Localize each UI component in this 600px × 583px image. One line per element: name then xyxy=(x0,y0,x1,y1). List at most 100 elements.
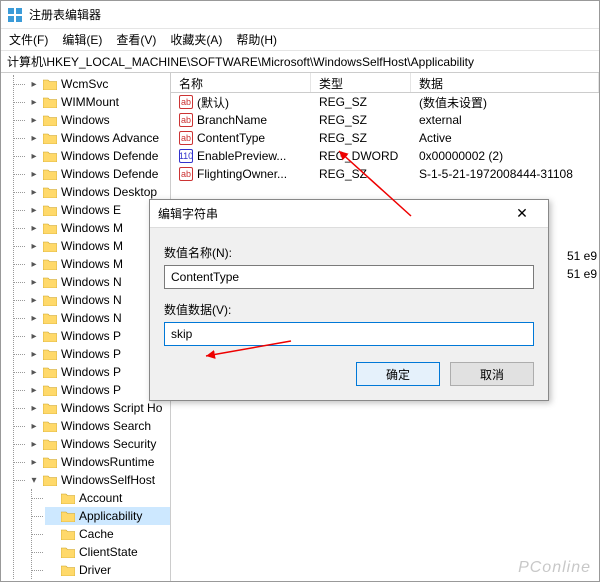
tree-node[interactable]: ▸ WIMMount xyxy=(27,93,170,111)
tree-node[interactable]: ▸ Windows Advance xyxy=(27,129,170,147)
tree-node[interactable]: Cache xyxy=(45,525,170,543)
menu-help[interactable]: 帮助(H) xyxy=(236,31,277,48)
clipped-text: 51 e9 xyxy=(567,267,597,281)
tree-node[interactable]: Account xyxy=(45,489,170,507)
expand-icon[interactable]: ▸ xyxy=(29,259,39,269)
dialog-title: 编辑字符串 xyxy=(158,205,218,222)
value-data-field[interactable] xyxy=(164,322,534,346)
tree-label: Account xyxy=(79,491,122,505)
expand-icon[interactable]: ▸ xyxy=(29,295,39,305)
tree-node[interactable]: ▸Windows Search xyxy=(27,417,170,435)
expand-icon[interactable]: ▸ xyxy=(29,79,39,89)
menu-edit[interactable]: 编辑(E) xyxy=(62,31,102,48)
close-icon[interactable]: ✕ xyxy=(504,203,540,225)
tree-label: Windows Security xyxy=(61,437,156,451)
tree-label: WindowsRuntime xyxy=(61,455,154,469)
expand-icon[interactable]: ▸ xyxy=(29,313,39,323)
value-row[interactable]: 110EnablePreview...REG_DWORD0x00000002 (… xyxy=(171,147,599,165)
cancel-button[interactable]: 取消 xyxy=(450,362,534,386)
menu-favorites[interactable]: 收藏夹(A) xyxy=(170,31,222,48)
tree-node[interactable]: ▸Windows Defende xyxy=(27,147,170,165)
expand-icon[interactable]: ▸ xyxy=(29,169,39,179)
list-body: ab(默认)REG_SZ(数值未设置)abBranchNameREG_SZext… xyxy=(171,93,599,183)
expand-icon[interactable]: ▸ xyxy=(29,115,39,125)
expand-icon[interactable]: ▸ xyxy=(29,133,39,143)
tree-label: WindowsSelfHost xyxy=(61,473,155,487)
value-row[interactable]: abBranchNameREG_SZexternal xyxy=(171,111,599,129)
expand-icon[interactable] xyxy=(47,547,57,557)
ok-button[interactable]: 确定 xyxy=(356,362,440,386)
tree-node[interactable]: ▸Windows xyxy=(27,111,170,129)
address-bar[interactable]: 计算机\HKEY_LOCAL_MACHINE\SOFTWARE\Microsof… xyxy=(1,51,599,73)
tree-label: Windows M xyxy=(61,257,123,271)
tree-label: WIMMount xyxy=(61,95,119,109)
expand-icon[interactable]: ▸ xyxy=(29,151,39,161)
edit-string-dialog: 编辑字符串 ✕ 数值名称(N): 数值数据(V): 确定 取消 xyxy=(149,199,549,401)
expand-icon[interactable]: ▸ xyxy=(29,385,39,395)
value-name: (默认) xyxy=(197,94,229,111)
tree-node[interactable]: ClientState xyxy=(45,543,170,561)
expand-icon[interactable]: ▸ xyxy=(29,403,39,413)
expand-icon[interactable]: ▸ xyxy=(29,439,39,449)
tree-label: Windows Advance xyxy=(61,131,159,145)
expand-icon[interactable]: ▸ xyxy=(29,277,39,287)
expand-icon[interactable] xyxy=(47,493,57,503)
folder-icon xyxy=(43,367,57,378)
expand-icon[interactable]: ▸ xyxy=(29,241,39,251)
folder-icon xyxy=(43,223,57,234)
col-type-header[interactable]: 类型 xyxy=(311,73,411,92)
value-data: S-1-5-21-1972008444-31108 xyxy=(411,167,599,181)
tree-node[interactable]: ▸ WcmSvc xyxy=(27,75,170,93)
expand-icon[interactable]: ▾ xyxy=(29,475,39,485)
tree-node[interactable]: ▸ WindowsRuntime xyxy=(27,453,170,471)
value-name-field[interactable] xyxy=(164,265,534,289)
tree-label: Windows Script Ho xyxy=(61,401,162,415)
folder-icon xyxy=(43,475,57,486)
expand-icon[interactable]: ▸ xyxy=(29,223,39,233)
tree-node[interactable]: ▸Windows Defende xyxy=(27,165,170,183)
folder-icon xyxy=(43,133,57,144)
clipped-text: 51 e9 xyxy=(567,249,597,263)
menu-file[interactable]: 文件(F) xyxy=(9,31,48,48)
expand-icon[interactable]: ▸ xyxy=(29,349,39,359)
value-type: REG_SZ xyxy=(311,167,411,181)
tree-label: WcmSvc xyxy=(61,77,108,91)
tree-label: Windows M xyxy=(61,239,123,253)
folder-icon xyxy=(43,151,57,162)
tree-node[interactable]: Driver xyxy=(45,561,170,579)
value-data: (数值未设置) xyxy=(411,94,599,111)
tree-label: Windows P xyxy=(61,347,121,361)
tree-node[interactable]: Applicability xyxy=(45,507,170,525)
value-row[interactable]: abFlightingOwner...REG_SZS-1-5-21-197200… xyxy=(171,165,599,183)
value-type-icon: 110 xyxy=(179,149,193,163)
value-type-icon: ab xyxy=(179,131,193,145)
expand-icon[interactable]: ▸ xyxy=(29,367,39,377)
tree-node[interactable]: ▸ Windows Script Ho xyxy=(27,399,170,417)
expand-icon[interactable] xyxy=(47,565,57,575)
value-name: BranchName xyxy=(197,113,267,127)
expand-icon[interactable]: ▸ xyxy=(29,457,39,467)
folder-icon xyxy=(43,169,57,180)
dialog-title-bar[interactable]: 编辑字符串 ✕ xyxy=(150,200,548,228)
value-name-label: 数值名称(N): xyxy=(164,244,534,261)
expand-icon[interactable] xyxy=(47,529,57,539)
expand-icon[interactable]: ▸ xyxy=(29,205,39,215)
expand-icon[interactable]: ▸ xyxy=(29,97,39,107)
folder-icon xyxy=(43,97,57,108)
folder-icon xyxy=(43,259,57,270)
value-row[interactable]: abContentTypeREG_SZActive xyxy=(171,129,599,147)
tree-panel[interactable]: ▸WcmSvc▸WIMMount▸Windows▸Windows Advance… xyxy=(1,73,171,581)
tree-node[interactable]: ▾ WindowsSelfHost xyxy=(27,471,170,489)
expand-icon[interactable]: ▸ xyxy=(29,421,39,431)
expand-icon[interactable]: ▸ xyxy=(29,331,39,341)
menu-view[interactable]: 查看(V) xyxy=(116,31,156,48)
tree-label: Applicability xyxy=(79,509,142,523)
col-data-header[interactable]: 数据 xyxy=(411,73,599,92)
value-row[interactable]: ab(默认)REG_SZ(数值未设置) xyxy=(171,93,599,111)
col-name-header[interactable]: 名称 xyxy=(171,73,311,92)
folder-icon xyxy=(43,331,57,342)
tree-label: Cache xyxy=(79,527,114,541)
tree-node[interactable]: ▸ Windows Security xyxy=(27,435,170,453)
expand-icon[interactable] xyxy=(47,511,57,521)
expand-icon[interactable]: ▸ xyxy=(29,187,39,197)
